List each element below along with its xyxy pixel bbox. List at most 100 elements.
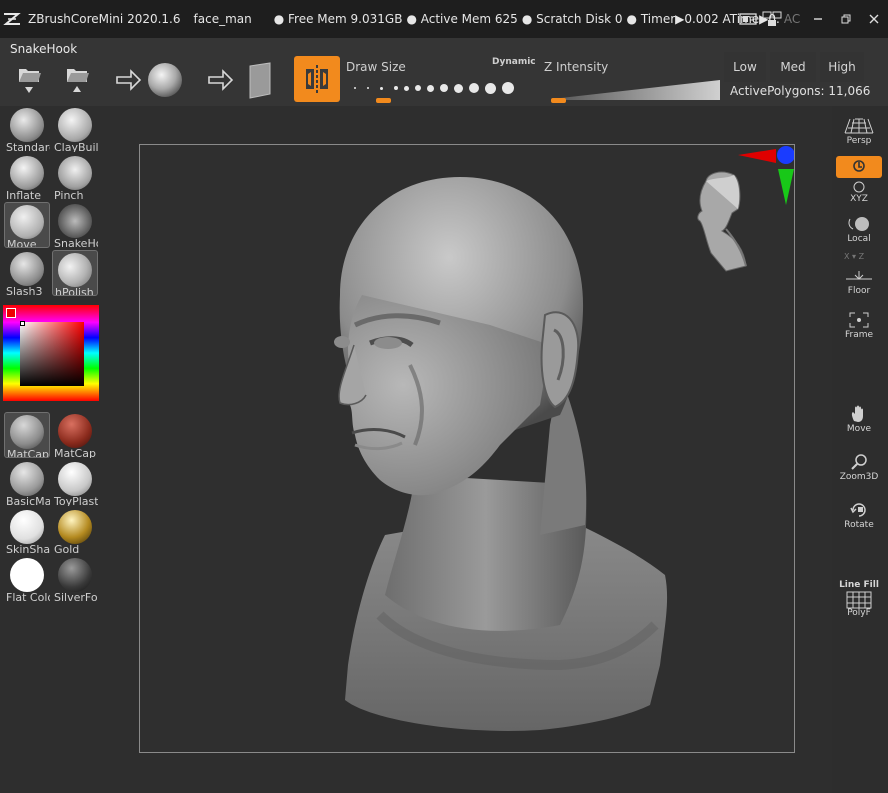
zbrush-logo-icon[interactable] — [3, 12, 23, 26]
z-intensity-slider[interactable] — [551, 98, 566, 103]
material-toyplastic[interactable]: ToyPlastic — [52, 460, 98, 506]
restore-icon[interactable] — [832, 0, 860, 38]
draw-size-dot[interactable] — [440, 84, 448, 92]
brush-slash3-icon — [10, 252, 44, 286]
draw-size-dot[interactable] — [354, 87, 356, 89]
draw-size-dot[interactable] — [380, 86, 383, 90]
title-bar: ZBrushCoreMini 2020.1.6 face_man ● Free … — [0, 0, 888, 38]
brush-label: Inflate — [6, 189, 41, 200]
rotate-button[interactable]: Rotate — [836, 500, 882, 540]
material-flatcolor[interactable]: Flat Color — [4, 556, 50, 602]
open-file-button[interactable] — [14, 62, 44, 96]
color-saturation-field[interactable] — [20, 322, 84, 386]
material-label: ToyPlastic — [54, 495, 98, 506]
draw-size-dot[interactable] — [394, 86, 398, 90]
detail-med-button[interactable]: Med — [770, 52, 816, 82]
draw-size-dot[interactable] — [415, 85, 421, 91]
brush-standard[interactable]: Standard — [4, 106, 50, 152]
minimize-icon[interactable] — [804, 0, 832, 38]
dynamic-toggle[interactable]: Dynamic — [492, 57, 536, 67]
material-label: Flat Color — [6, 591, 50, 602]
material-basicmaterial[interactable]: BasicMaterial — [4, 460, 50, 506]
axis-gizmo — [738, 146, 795, 205]
draw-size-dot[interactable] — [367, 87, 369, 89]
draw-size-dot[interactable] — [469, 83, 479, 93]
material-label: MatCap — [7, 448, 49, 458]
draw-size-dot[interactable] — [427, 84, 434, 92]
active-memory: ● Active Mem 625 — [406, 12, 518, 26]
free-memory: ● Free Mem 9.031GB — [273, 12, 403, 26]
symmetry-icon — [306, 65, 328, 93]
current-brush-name: SnakeHook — [10, 42, 78, 56]
draw-size-dot[interactable] — [404, 85, 409, 91]
z-intensity-label: Z Intensity — [544, 60, 609, 74]
quicksave-layout-icon[interactable] — [760, 9, 784, 29]
navigation-gizmo — [697, 171, 747, 272]
brush-label: Move — [7, 238, 37, 248]
brush-label: Pinch — [54, 189, 84, 200]
sculpt-model[interactable] — [140, 145, 795, 752]
draw-size-slider[interactable] — [376, 98, 391, 103]
detail-low-button[interactable]: Low — [724, 52, 766, 82]
material-skinshade[interactable]: SkinShade — [4, 508, 50, 554]
brush-label: Slash3 — [6, 285, 43, 296]
draw-size-label: Draw Size — [346, 60, 406, 74]
draw-size-dot[interactable] — [485, 82, 496, 94]
brush-slash3[interactable]: Slash3 — [4, 250, 50, 296]
app-title: ZBrushCoreMini 2020.1.6 — [28, 12, 181, 26]
material-basicmaterial-icon — [10, 462, 44, 496]
snap-rotate-button[interactable] — [836, 156, 882, 178]
axis-lock-label[interactable]: X ▾ Z — [844, 252, 864, 261]
document-viewport[interactable] — [102, 106, 832, 793]
polyframe-grid-icon — [836, 590, 882, 610]
material-matcap-red[interactable]: MatCap — [52, 412, 98, 458]
frame-label: Frame — [844, 330, 874, 340]
canvas-frame[interactable] — [139, 144, 795, 753]
save-file-button[interactable] — [62, 62, 92, 96]
brush-inflate[interactable]: Inflate — [4, 154, 50, 200]
draw-size-dots[interactable] — [352, 80, 524, 96]
append-cube-button[interactable] — [206, 60, 276, 100]
color-picker[interactable] — [3, 305, 99, 401]
material-silverfoil[interactable]: SilverFoil — [52, 556, 98, 602]
primary-color-swatch[interactable] — [6, 308, 16, 318]
brush-snakehook-icon — [58, 204, 92, 238]
frame-button[interactable]: Frame — [836, 310, 882, 350]
material-gold[interactable]: Gold — [52, 508, 98, 554]
polyframe-button[interactable]: Line Fill PolyF — [836, 580, 882, 620]
brush-move[interactable]: Move — [4, 202, 50, 248]
top-shelf: SnakeHook Draw Size Dynamic Z Intensity — [0, 38, 888, 106]
brush-snakehook[interactable]: SnakeHook — [52, 202, 98, 248]
draw-size-dot[interactable] — [502, 82, 514, 94]
move-view-button[interactable]: Move — [836, 404, 882, 444]
z-intensity-wedge[interactable] — [552, 80, 720, 100]
xyz-rotate-icon — [836, 180, 882, 194]
brush-standard-icon — [10, 108, 44, 142]
floor-grid-icon — [836, 266, 882, 286]
symmetry-button[interactable] — [294, 56, 340, 102]
local-button[interactable]: Local — [836, 214, 882, 254]
material-flatcolor-icon — [10, 558, 44, 592]
zoom3d-button[interactable]: Zoom3D — [836, 452, 882, 492]
menu-layout-icon[interactable] — [736, 9, 760, 29]
polyf-label: PolyF — [847, 608, 871, 618]
material-matcap-gray[interactable]: MatCap — [4, 412, 50, 458]
floor-label: Floor — [847, 286, 871, 296]
material-matcap-gray-icon — [10, 415, 44, 449]
brush-hpolish[interactable]: hPolish — [52, 250, 98, 296]
zoom3d-label: Zoom3D — [839, 472, 879, 482]
detail-high-button[interactable]: High — [820, 52, 864, 82]
persp-label: Persp — [846, 136, 872, 146]
brush-claybuildup[interactable]: ClayBuildup — [52, 106, 98, 152]
bust-ear — [540, 311, 580, 409]
snap-rotate-icon — [836, 156, 882, 176]
append-sphere-button[interactable] — [114, 60, 188, 100]
material-label: SilverFoil — [54, 591, 98, 602]
persp-button[interactable]: Persp — [836, 116, 882, 156]
floor-button[interactable]: Floor — [836, 266, 882, 306]
draw-size-dot[interactable] — [454, 83, 463, 93]
document-name: face_man — [193, 12, 252, 26]
brush-pinch[interactable]: Pinch — [52, 154, 98, 200]
close-icon[interactable] — [860, 0, 888, 38]
color-picker-handle[interactable] — [20, 321, 25, 326]
